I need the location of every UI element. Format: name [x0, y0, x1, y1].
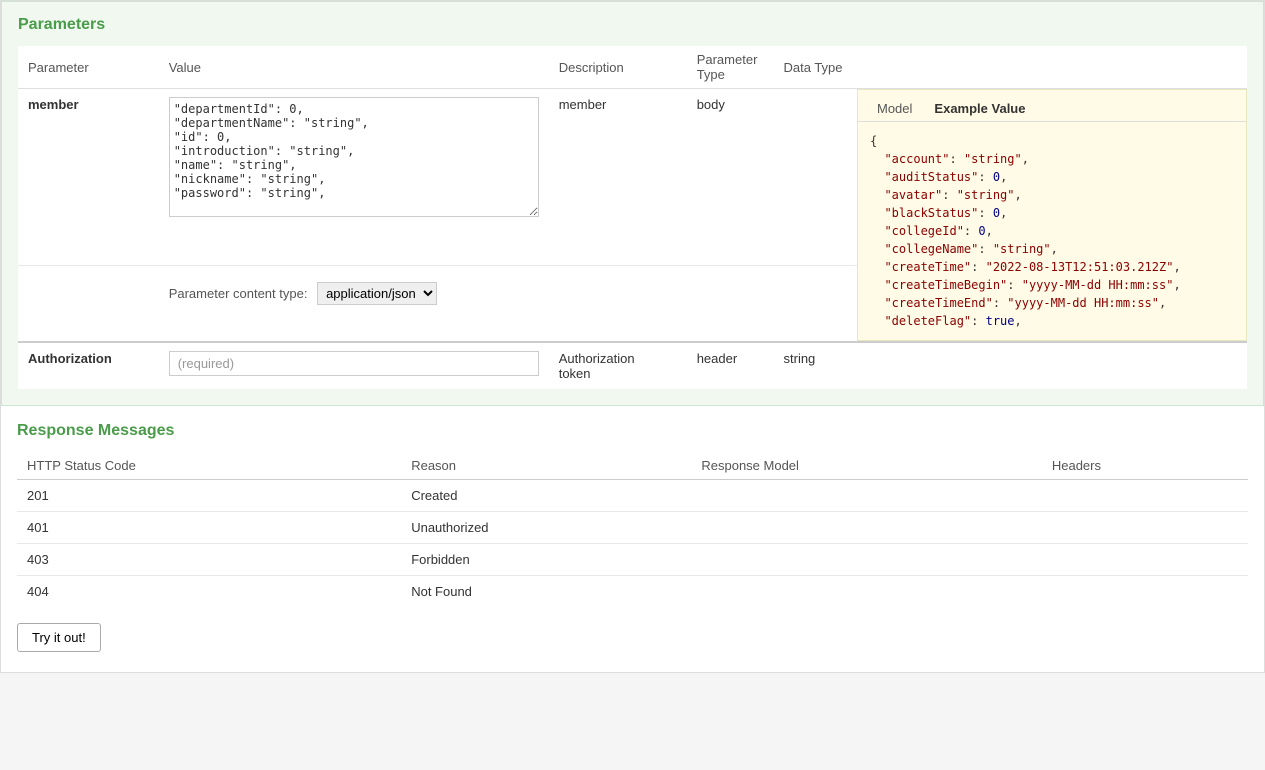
- response-model-401: [691, 512, 1041, 544]
- col-header-example: [857, 46, 1247, 89]
- member-param-type: body: [697, 97, 725, 112]
- response-row-401: 401 Unauthorized: [17, 512, 1248, 544]
- response-reason-201: Created: [401, 480, 691, 512]
- col-header-description: Description: [549, 46, 687, 89]
- try-it-out-button[interactable]: Try it out!: [17, 623, 101, 652]
- json-key-createTime: "createTime": [870, 260, 971, 274]
- response-row-404: 404 Not Found: [17, 576, 1248, 608]
- col-header-data-type: Data Type: [774, 46, 858, 89]
- content-type-label: Parameter content type:: [169, 286, 308, 301]
- json-key-collegeName: "collegeName": [870, 242, 978, 256]
- json-key-auditStatus: "auditStatus": [870, 170, 978, 184]
- json-key-avatar: "avatar": [870, 188, 942, 202]
- authorization-data-type: string: [784, 351, 816, 366]
- response-headers-201: [1042, 480, 1248, 512]
- json-key-blackStatus: "blackStatus": [870, 206, 978, 220]
- model-tabs: Model Example Value: [858, 90, 1246, 122]
- authorization-description: Authorizationtoken: [559, 351, 635, 381]
- content-type-select[interactable]: application/json: [317, 282, 437, 305]
- response-messages-section: Response Messages HTTP Status Code Reaso…: [1, 406, 1264, 672]
- response-messages-title: Response Messages: [17, 422, 1248, 440]
- json-key-account: "account": [870, 152, 949, 166]
- parameters-table: Parameter Value Description Parameter Ty…: [18, 46, 1247, 389]
- param-name-member: member: [28, 97, 79, 112]
- example-panel: Model Example Value { "account": "string…: [857, 89, 1247, 341]
- json-key-createTimeBegin: "createTimeBegin": [870, 278, 1007, 292]
- authorization-param-type: header: [697, 351, 737, 366]
- response-reason-401: Unauthorized: [401, 512, 691, 544]
- response-code-401: 401: [17, 512, 401, 544]
- response-row-201: 201 Created: [17, 480, 1248, 512]
- param-name-authorization: Authorization: [28, 351, 112, 366]
- json-key-collegeId: "collegeId": [870, 224, 964, 238]
- json-key-deleteFlag: "deleteFlag": [870, 314, 971, 328]
- table-row-authorization: Authorization Authorizationtoken header …: [18, 342, 1247, 389]
- response-table: HTTP Status Code Reason Response Model H…: [17, 452, 1248, 607]
- col-header-parameter: Parameter: [18, 46, 159, 89]
- response-headers-401: [1042, 512, 1248, 544]
- response-model-403: [691, 544, 1041, 576]
- authorization-input[interactable]: [169, 351, 539, 376]
- response-code-403: 403: [17, 544, 401, 576]
- response-code-404: 404: [17, 576, 401, 608]
- col-header-response-model: Response Model: [691, 452, 1041, 480]
- table-row: member "departmentId": 0, "departmentNam…: [18, 89, 1247, 266]
- member-value-textarea[interactable]: "departmentId": 0, "departmentName": "st…: [169, 97, 539, 217]
- json-brace-open: {: [870, 134, 877, 148]
- response-reason-403: Forbidden: [401, 544, 691, 576]
- tab-example-value[interactable]: Example Value: [923, 96, 1036, 121]
- tab-model[interactable]: Model: [866, 96, 923, 121]
- response-model-404: [691, 576, 1041, 608]
- json-key-createTimeEnd: "createTimeEnd": [870, 296, 993, 310]
- col-header-http-status: HTTP Status Code: [17, 452, 401, 480]
- response-headers-404: [1042, 576, 1248, 608]
- parameters-section: Parameters Parameter Value Description P…: [1, 1, 1264, 406]
- member-description: member: [559, 97, 607, 112]
- response-row-403: 403 Forbidden: [17, 544, 1248, 576]
- response-model-201: [691, 480, 1041, 512]
- parameters-title: Parameters: [18, 12, 1247, 34]
- col-header-parameter-type: Parameter Type: [687, 46, 774, 89]
- response-code-201: 201: [17, 480, 401, 512]
- example-code: { "account": "string", "auditStatus": 0,…: [858, 122, 1246, 340]
- col-header-value: Value: [159, 46, 549, 89]
- response-headers-403: [1042, 544, 1248, 576]
- col-header-headers: Headers: [1042, 452, 1248, 480]
- response-reason-404: Not Found: [401, 576, 691, 608]
- col-header-reason: Reason: [401, 452, 691, 480]
